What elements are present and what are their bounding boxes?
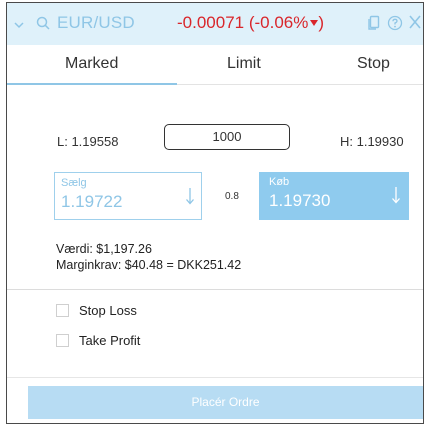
- stop-loss-label[interactable]: Stop Loss: [79, 303, 137, 318]
- margin-requirement: Marginkrav: $40.48 = DKK251.42: [56, 258, 242, 272]
- buy-button[interactable]: Køb 1.19730: [259, 172, 409, 220]
- order-value: Værdi: $1,197.26: [56, 242, 152, 256]
- tab-marked[interactable]: Marked: [65, 55, 118, 73]
- arrow-down-icon: [185, 187, 195, 210]
- place-order-button[interactable]: Placér Ordre: [28, 386, 423, 419]
- tab-stop[interactable]: Stop: [357, 55, 390, 73]
- price-change: -0.00071 (-0.06%): [177, 13, 325, 32]
- sell-label: Sælg: [61, 177, 87, 189]
- divider: [7, 377, 423, 378]
- tab-limit[interactable]: Limit: [227, 55, 261, 73]
- price-change-value: -0.00071 (-0.06%: [177, 13, 309, 32]
- instrument-name[interactable]: EUR/USD: [57, 13, 135, 33]
- sell-button[interactable]: Sælg 1.19722: [54, 172, 202, 220]
- take-profit-label[interactable]: Take Profit: [79, 333, 140, 348]
- ticket-header: EUR/USD -0.00071 (-0.06%): [7, 3, 423, 45]
- copy-icon[interactable]: [367, 15, 381, 36]
- search-icon[interactable]: [35, 15, 51, 36]
- order-type-tabs: Marked Limit Stop: [7, 45, 423, 85]
- active-tab-indicator: [7, 83, 177, 85]
- close-icon[interactable]: [408, 14, 422, 35]
- amount-input[interactable]: 1000: [164, 124, 290, 150]
- take-profit-checkbox[interactable]: [56, 334, 69, 347]
- day-low: L: 1.19558: [57, 134, 119, 149]
- buy-label: Køb: [269, 176, 290, 188]
- help-icon[interactable]: [387, 15, 403, 36]
- spread-value: 0.8: [225, 191, 239, 202]
- arrow-down-icon: [391, 186, 401, 209]
- order-ticket: EUR/USD -0.00071 (-0.06%) Marked Limit S…: [6, 2, 424, 424]
- chevron-down-icon[interactable]: [13, 17, 25, 35]
- down-arrow-icon: [310, 20, 319, 26]
- sell-price: 1.19722: [61, 192, 123, 211]
- buy-price: 1.19730: [269, 191, 331, 210]
- stop-loss-checkbox[interactable]: [56, 304, 69, 317]
- day-high: H: 1.19930: [340, 134, 404, 149]
- divider: [7, 289, 423, 290]
